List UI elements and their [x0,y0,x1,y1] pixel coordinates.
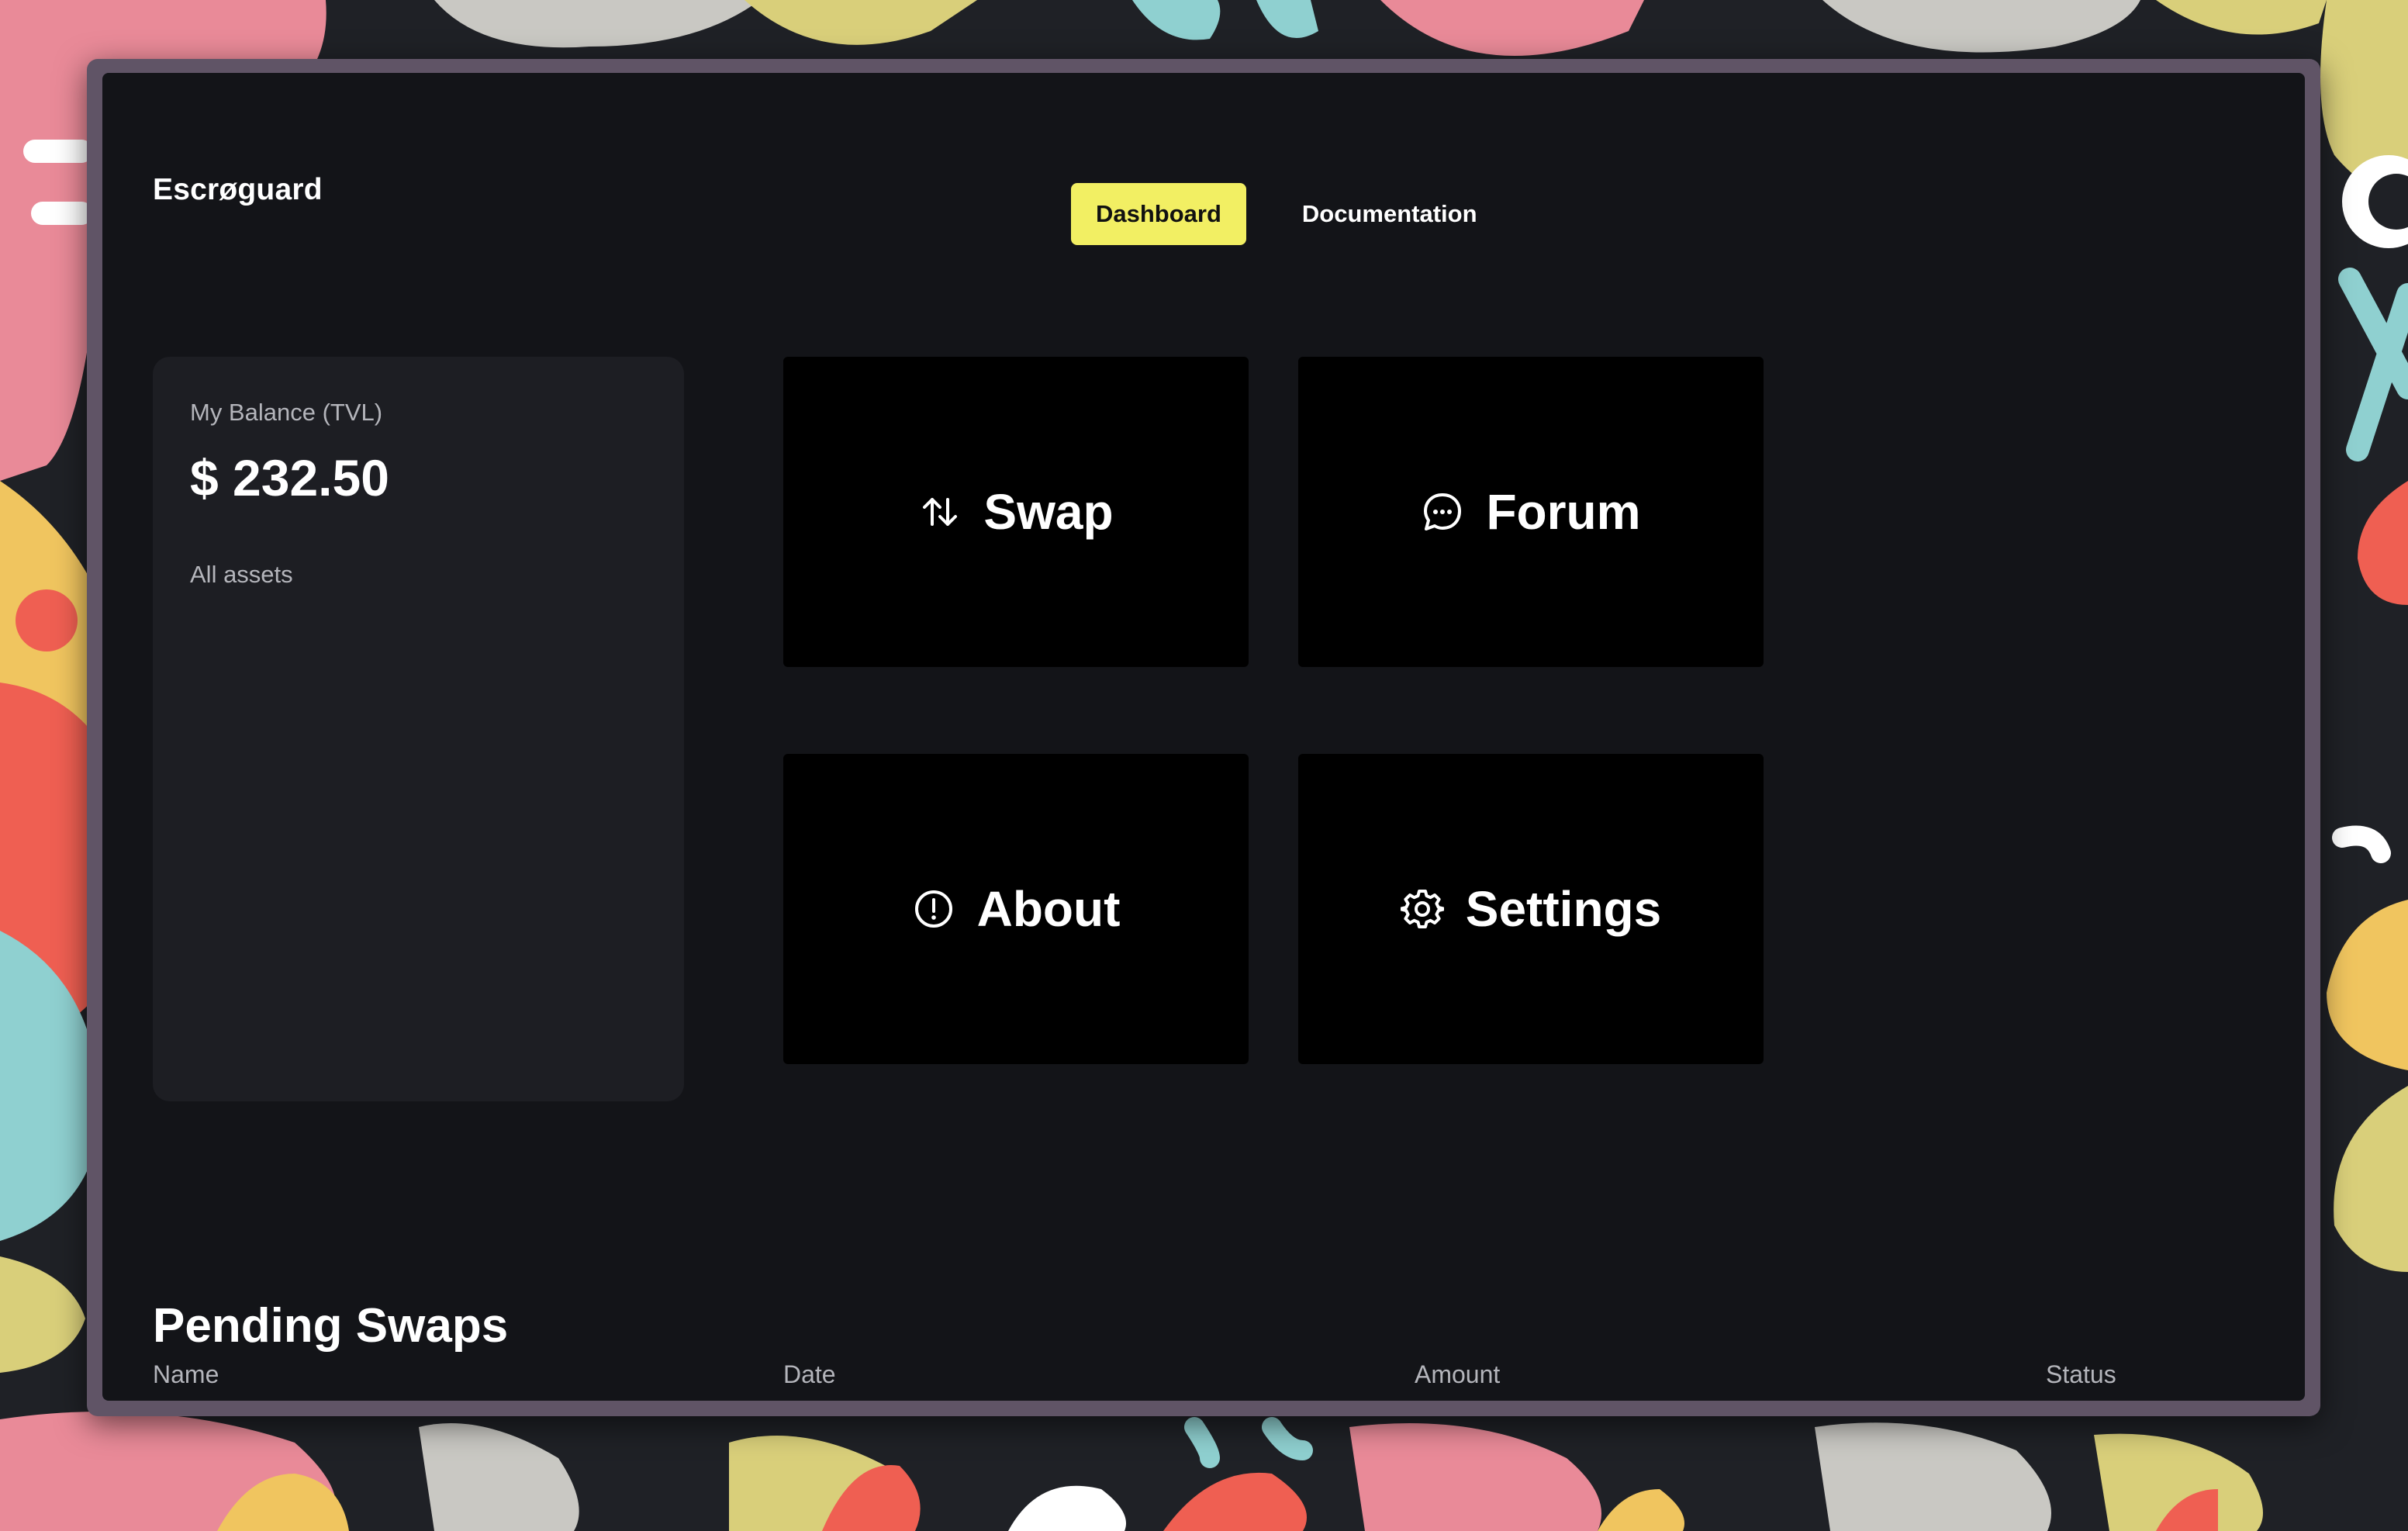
gear-icon [1400,890,1444,928]
swap-tile[interactable]: Swap [783,357,1249,667]
nav-dashboard-button[interactable]: Dashboard [1071,183,1246,245]
column-header-amount[interactable]: Amount [1415,1360,1500,1389]
info-circle-icon [914,890,952,928]
forum-tile-label: Forum [1486,484,1641,540]
settings-tile[interactable]: Settings [1298,754,1764,1064]
app-viewport: Escrøguard Dashboard Documentation My Ba… [102,73,2305,1401]
balance-value: $ 232.50 [190,449,389,506]
about-tile-label: About [976,881,1121,937]
balance-card: My Balance (TVL) $ 232.50 All assets [153,357,684,1101]
settings-tile-label: Settings [1465,881,1662,937]
column-header-date[interactable]: Date [783,1360,836,1389]
chat-bubble-icon [1424,493,1462,530]
swap-arrows-icon [923,498,958,526]
all-assets-link[interactable]: All assets [190,561,293,589]
brand-logo[interactable]: Escrøguard [153,149,323,231]
about-tile[interactable]: About [783,754,1249,1064]
forum-tile[interactable]: Forum [1298,357,1764,667]
column-header-status[interactable]: Status [2046,1360,2116,1389]
app-window: Escrøguard Dashboard Documentation My Ba… [87,59,2320,1416]
pending-swaps-title: Pending Swaps [153,1299,509,1353]
top-nav: Dashboard Documentation [1071,183,1502,245]
balance-label: My Balance (TVL) [190,399,383,426]
column-header-name[interactable]: Name [153,1360,219,1389]
nav-documentation-link[interactable]: Documentation [1277,183,1502,245]
swap-tile-label: Swap [983,484,1114,540]
